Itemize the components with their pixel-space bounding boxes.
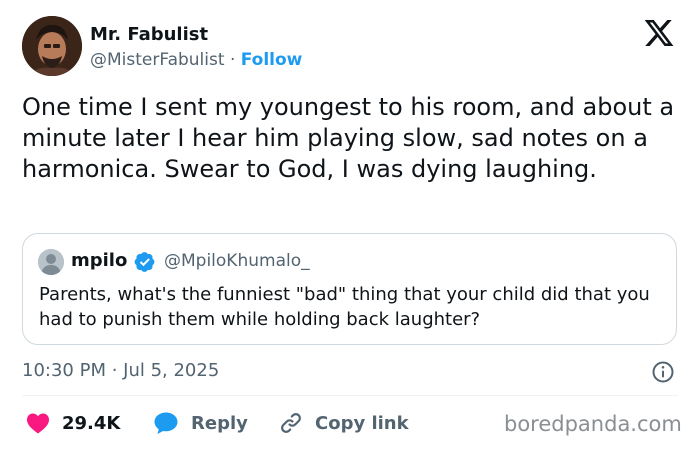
like-button[interactable]: 29.4K bbox=[26, 410, 120, 436]
copy-link-label: Copy link bbox=[315, 412, 409, 434]
handle-separator: · bbox=[229, 50, 236, 70]
quoted-author-handle[interactable]: @MpiloKhumalo_ bbox=[164, 251, 310, 271]
quoted-tweet-card[interactable]: mpilo @MpiloKhumalo_ Parents, what's the… bbox=[22, 233, 677, 345]
info-icon[interactable] bbox=[651, 360, 675, 384]
copy-link-button[interactable]: Copy link bbox=[279, 410, 409, 436]
author-handle[interactable]: @MisterFabulist bbox=[90, 50, 225, 70]
author-avatar[interactable] bbox=[22, 16, 82, 76]
link-icon bbox=[281, 413, 301, 433]
quoted-author-name[interactable]: mpilo bbox=[71, 250, 127, 271]
reply-button[interactable]: Reply bbox=[153, 410, 248, 436]
reply-bubble-icon bbox=[154, 412, 178, 434]
watermark: boredpanda.com bbox=[504, 412, 682, 436]
author-name[interactable]: Mr. Fabulist bbox=[90, 24, 208, 45]
quoted-tweet-text: Parents, what's the funniest "bad" thing… bbox=[39, 284, 650, 330]
reply-label: Reply bbox=[191, 412, 248, 434]
like-count: 29.4K bbox=[62, 412, 121, 434]
quoted-avatar[interactable] bbox=[38, 249, 64, 275]
verified-badge-icon bbox=[134, 252, 155, 272]
x-logo-icon[interactable] bbox=[642, 17, 676, 49]
heart-icon bbox=[27, 413, 49, 434]
follow-button[interactable]: Follow bbox=[241, 50, 303, 70]
divider bbox=[22, 395, 678, 396]
tweet-timestamp[interactable]: 10:30 PM · Jul 5, 2025 bbox=[22, 360, 219, 381]
tweet-text: One time I sent my youngest to his room,… bbox=[22, 93, 675, 183]
author-handle-line: @MisterFabulist · Follow bbox=[90, 50, 302, 70]
